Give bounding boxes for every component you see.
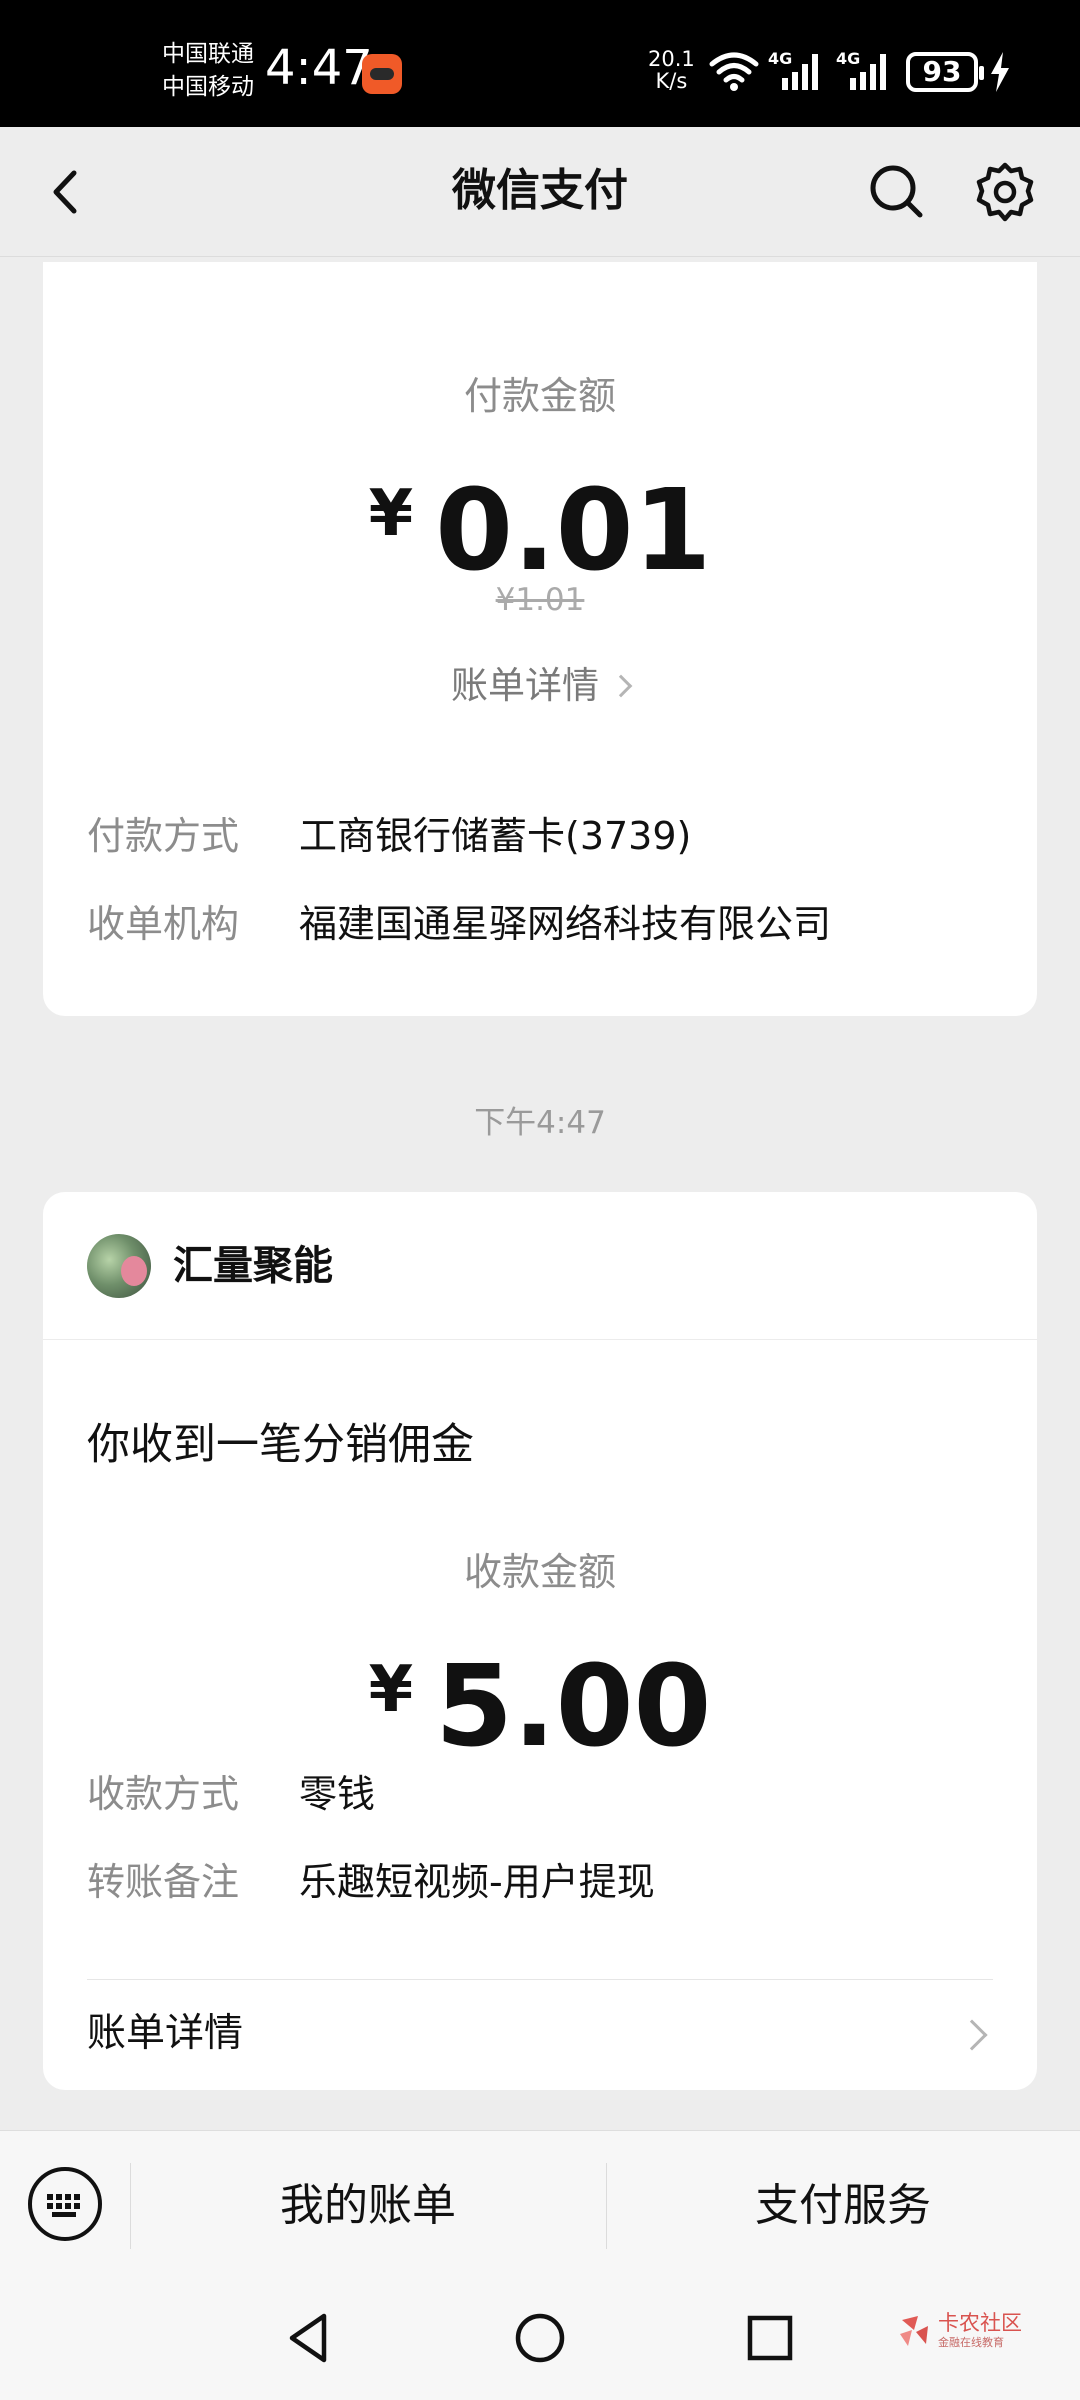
message-title: 你收到一笔分销佣金: [87, 1420, 474, 1470]
bottom-menu-bar: 我的账单 支付服务: [0, 2130, 1080, 2280]
info-value: 零钱: [299, 1772, 376, 1816]
wifi-icon: [709, 52, 759, 91]
gear-icon: [976, 162, 1034, 222]
watermark-name: 卡农社区: [938, 2311, 1022, 2335]
carrier-info: 中国联通 中国移动: [162, 38, 254, 104]
merchant-header[interactable]: 汇量聚能: [43, 1192, 1037, 1340]
signal-strength-icon: 4G: [768, 49, 818, 90]
info-value: 福建国通星驿网络科技有限公司: [299, 902, 832, 946]
signal-strength-icon: 4G: [836, 49, 886, 90]
bill-details-row[interactable]: 账单详情: [87, 2006, 993, 2066]
currency-symbol: ¥: [368, 1653, 414, 1727]
keyboard-icon: [47, 2194, 80, 2217]
payment-card: 付款金额 ¥0.01 ¥1.01 账单详情 付款方式 工商银行储蓄卡(3739) …: [43, 262, 1037, 1016]
back-triangle-icon[interactable]: [282, 2310, 338, 2366]
chevron-right-icon: [609, 674, 633, 698]
settings-button[interactable]: [970, 157, 1040, 227]
bill-details-label: 账单详情: [451, 664, 599, 707]
watermark-logo-icon: [900, 2316, 928, 2346]
amount-label: 收款金额: [463, 1550, 616, 1594]
receipt-card[interactable]: 汇量聚能 你收到一笔分销佣金 收款金额 ¥5.00 收款方式 零钱 转账备注 乐趣短…: [43, 1192, 1037, 2090]
original-price: ¥1.01: [495, 582, 585, 618]
info-row: 转账备注 乐趣短视频-用户提现: [87, 1856, 1007, 1908]
recents-square-icon[interactable]: [742, 2310, 798, 2366]
received-amount: ¥5.00: [43, 1630, 1037, 1767]
watermark-tagline: 金融在线教育: [938, 2336, 1004, 2349]
chevron-right-icon: [956, 2019, 988, 2051]
carrier-2: 中国移动: [162, 74, 254, 100]
status-time: 4:47: [265, 40, 373, 96]
info-row: 付款方式 工商银行储蓄卡(3739): [87, 810, 1007, 862]
info-value: 乐趣短视频-用户提现: [299, 1860, 655, 1904]
amount-value: 5.00: [435, 1642, 712, 1772]
info-key: 收单机构: [87, 902, 240, 946]
bill-details-label: 账单详情: [87, 2011, 244, 2056]
info-key: 转账备注: [87, 1860, 240, 1904]
currency-symbol: ¥: [368, 477, 414, 551]
info-value: 工商银行储蓄卡(3739): [299, 814, 692, 858]
bolt-icon: [991, 52, 1009, 92]
keyboard-toggle-button[interactable]: [28, 2167, 102, 2241]
search-icon: [870, 165, 923, 218]
network-speed: 20.1 K/s: [648, 48, 695, 92]
amount-value: 0.01: [435, 466, 712, 596]
navigation-bar: 微信支付: [0, 127, 1080, 257]
signal-1-label: 4G: [768, 49, 792, 68]
app-notification-icon: [362, 54, 402, 94]
home-circle-icon[interactable]: [512, 2310, 568, 2366]
merchant-name: 汇量聚能: [173, 1243, 333, 1289]
info-key: 付款方式: [87, 814, 240, 858]
status-bar: 中国联通 中国移动 4:47 20.1 K/s 4G 4G 93: [0, 0, 1080, 127]
merchant-avatar: [87, 1234, 151, 1298]
tab-payment-services[interactable]: 支付服务: [606, 2175, 1080, 2237]
signal-2-label: 4G: [836, 49, 860, 68]
amount-label: 付款金额: [463, 374, 616, 418]
tab-my-bills[interactable]: 我的账单: [130, 2175, 606, 2237]
watermark: 卡农社区 金融在线教育: [898, 2310, 1058, 2358]
carrier-1: 中国联通: [162, 41, 254, 67]
search-button[interactable]: [862, 157, 932, 227]
info-row: 收单机构 福建国通星驿网络科技有限公司: [87, 898, 1007, 950]
info-row: 收款方式 零钱: [87, 1768, 1007, 1820]
battery-indicator: 93: [906, 52, 984, 92]
network-speed-value: 20.1: [648, 47, 695, 71]
info-key: 收款方式: [87, 1772, 240, 1816]
payment-amount: ¥0.01: [43, 454, 1037, 591]
message-timestamp: 下午4:47: [474, 1105, 606, 1141]
network-speed-unit: K/s: [655, 69, 688, 93]
divider: [87, 1979, 993, 1980]
bill-details-link[interactable]: 账单详情: [43, 662, 1037, 710]
